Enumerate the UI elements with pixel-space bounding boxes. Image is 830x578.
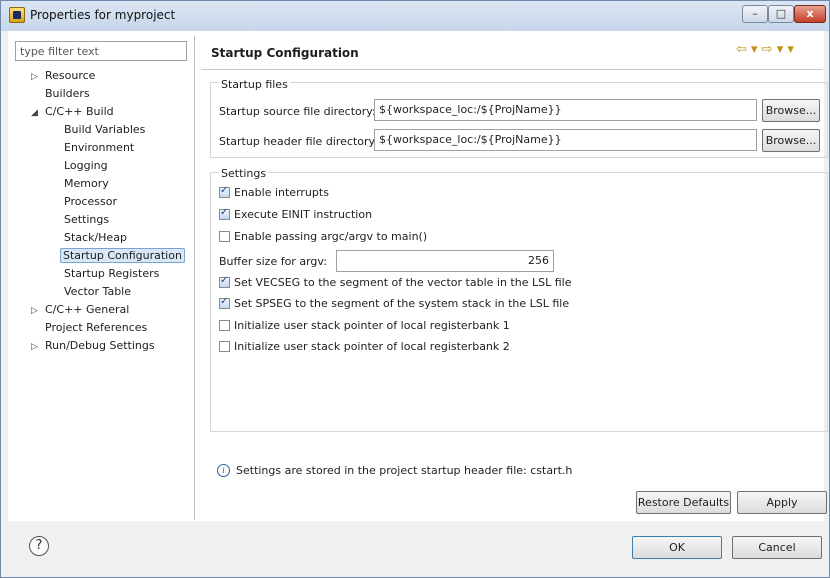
set-vecseg-checkbox[interactable]: Set VECSEG to the segment of the vector …: [219, 275, 572, 290]
app-icon: [9, 7, 25, 23]
startup-source-field[interactable]: ${workspace_loc:/${ProjName}}: [374, 99, 757, 121]
collapse-arrow-icon[interactable]: ◢: [31, 108, 38, 118]
sidebar-item-startup-configuration[interactable]: Startup Configuration: [60, 248, 185, 263]
checkbox-unchecked-icon[interactable]: [219, 340, 230, 352]
set-spseg-checkbox[interactable]: Set SPSEG to the segment of the system s…: [219, 296, 570, 311]
sidebar-item-build-variables[interactable]: Build Variables: [64, 123, 145, 136]
sidebar-item-vector-table[interactable]: Vector Table: [64, 285, 131, 298]
sidebar-item-builders[interactable]: Builders: [45, 87, 90, 100]
title-bar: Properties for myproject – □ x: [1, 1, 829, 31]
sidebar-item-cpp-build[interactable]: C/C++ Build: [45, 105, 114, 118]
minimize-button[interactable]: –: [742, 5, 768, 23]
checkbox-unchecked-icon[interactable]: [219, 319, 230, 331]
enable-interrupts-checkbox[interactable]: Enable interrupts: [219, 185, 329, 200]
filter-input[interactable]: [15, 41, 187, 61]
ok-button[interactable]: OK: [632, 536, 722, 559]
startup-files-group-label: Startup files: [219, 78, 290, 91]
checkbox-checked-icon[interactable]: [219, 185, 230, 198]
checkbox-label: Execute EINIT instruction: [234, 208, 373, 221]
sidebar-item-logging[interactable]: Logging: [64, 159, 108, 172]
info-icon: i: [217, 464, 230, 477]
sidebar-item-project-references[interactable]: Project References: [45, 321, 147, 334]
help-icon[interactable]: ?: [29, 536, 49, 556]
restore-defaults-button[interactable]: Restore Defaults: [636, 491, 731, 514]
sidebar-item-settings[interactable]: Settings: [64, 213, 109, 226]
browse-source-button[interactable]: Browse...: [762, 99, 820, 122]
info-text: Settings are stored in the project start…: [236, 464, 573, 477]
sidebar-item-memory[interactable]: Memory: [64, 177, 109, 190]
header-divider: [201, 69, 823, 70]
sidebar-item-environment[interactable]: Environment: [64, 141, 134, 154]
page-title: Startup Configuration: [211, 46, 359, 60]
checkbox-label: Set SPSEG to the segment of the system s…: [234, 297, 570, 310]
browse-header-button[interactable]: Browse...: [762, 129, 820, 152]
buffer-size-field[interactable]: 256: [336, 250, 554, 272]
checkbox-label: Enable interrupts: [234, 186, 329, 199]
checkbox-label: Enable passing argc/argv to main(): [234, 230, 428, 243]
window-title: Properties for myproject: [30, 8, 176, 22]
sidebar-item-cpp-general[interactable]: C/C++ General: [45, 303, 129, 316]
startup-header-field[interactable]: ${workspace_loc:/${ProjName}}: [374, 129, 757, 151]
checkbox-label: Initialize user stack pointer of local r…: [234, 340, 510, 353]
sidebar-item-stack-heap[interactable]: Stack/Heap: [64, 231, 127, 244]
startup-header-label: Startup header file directory:: [219, 135, 378, 148]
close-button[interactable]: x: [794, 5, 826, 23]
init-stack-bank1-checkbox[interactable]: Initialize user stack pointer of local r…: [219, 319, 510, 333]
startup-source-label: Startup source file directory:: [219, 105, 376, 118]
buffer-size-label: Buffer size for argv:: [219, 255, 327, 268]
expand-arrow-icon[interactable]: ▷: [31, 72, 38, 82]
maximize-button[interactable]: □: [768, 5, 794, 23]
enable-argc-argv-checkbox[interactable]: Enable passing argc/argv to main(): [219, 230, 427, 244]
expand-arrow-icon[interactable]: ▷: [31, 342, 38, 352]
sidebar-item-processor[interactable]: Processor: [64, 195, 117, 208]
sash-divider[interactable]: [194, 36, 195, 520]
checkbox-checked-icon[interactable]: [219, 296, 230, 309]
apply-button[interactable]: Apply: [737, 491, 827, 514]
sidebar-item-run-debug-settings[interactable]: Run/Debug Settings: [45, 339, 155, 352]
execute-einit-checkbox[interactable]: Execute EINIT instruction: [219, 207, 373, 222]
cancel-button[interactable]: Cancel: [732, 536, 822, 559]
settings-group-label: Settings: [219, 167, 269, 180]
sidebar-item-startup-registers[interactable]: Startup Registers: [64, 267, 159, 280]
history-nav-icon[interactable]: ⇦ ▾ ⇨ ▾ ▾: [736, 42, 794, 57]
checkbox-label: Initialize user stack pointer of local r…: [234, 319, 510, 332]
checkbox-label: Set VECSEG to the segment of the vector …: [234, 276, 572, 289]
checkbox-checked-icon[interactable]: [219, 207, 230, 220]
init-stack-bank2-checkbox[interactable]: Initialize user stack pointer of local r…: [219, 340, 510, 354]
sidebar-item-resource[interactable]: Resource: [45, 69, 95, 82]
checkbox-checked-icon[interactable]: [219, 275, 230, 288]
checkbox-unchecked-icon[interactable]: [219, 230, 230, 242]
expand-arrow-icon[interactable]: ▷: [31, 306, 38, 316]
